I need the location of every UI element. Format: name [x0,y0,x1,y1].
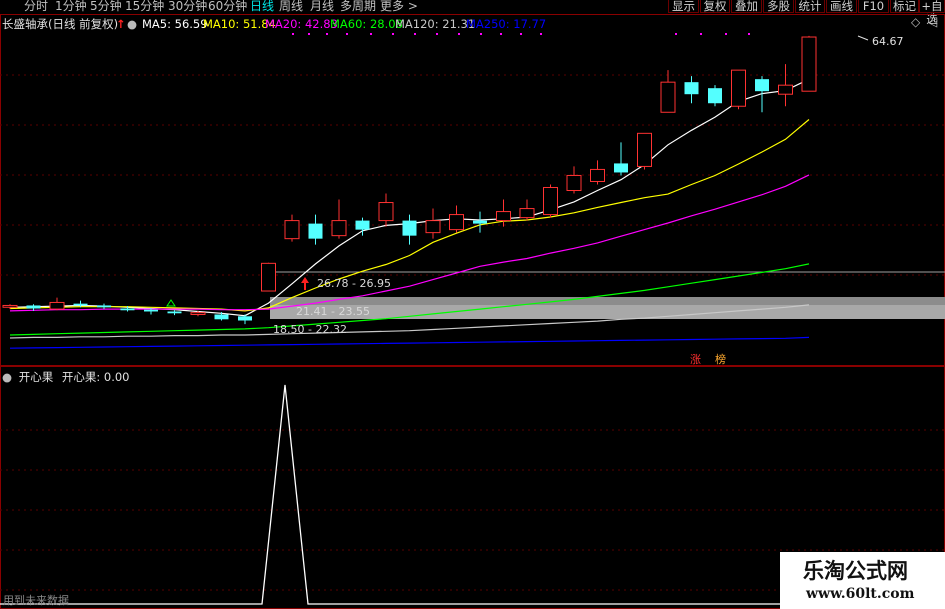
candle-up [425,220,441,234]
candle-up [261,262,276,292]
candle-up [590,168,605,182]
candle-down [26,305,41,309]
expand-arrow-icon[interactable]: ◁ [928,15,937,29]
candle-up [801,36,817,92]
candle-down [120,308,135,311]
signal-dot [700,33,702,35]
candle-down [402,220,417,236]
price-range-band-top [270,297,945,305]
candle-down [238,316,252,321]
indicator-value: 开心果: 0.00 [61,370,130,384]
ma-legend-item: MA20: 42.83 [265,17,338,31]
signal-dot [326,33,328,35]
candle-down [144,309,158,312]
candle-down [473,220,487,224]
candle-down [308,223,323,239]
candle-up [566,174,582,192]
range-lower-label: 21.41 - 23.55 [296,305,370,318]
ma-legend-item: MA5: 56.59 [142,17,208,31]
candle-up [637,132,652,167]
candle-up [284,220,300,240]
signal-dot [392,33,394,35]
candle-down [755,79,769,92]
indicator-header: ● 开心果 开心果: 0.00 [2,369,130,385]
candle-up [378,202,394,222]
settings-circle-icon[interactable]: ● [127,16,137,32]
signal-dot [540,33,542,35]
high-price-pointer [857,35,869,41]
candle-up [331,220,347,237]
future-data-note: 用到未来数据 [3,594,69,607]
signal-dot [480,33,482,35]
kline-chart[interactable]: 64.67 26.78 - 26.95 21.41 - 23.55 18.50 - 2… [0,0,945,609]
candle-up [778,84,793,95]
arrow-down-icon [166,299,176,307]
range-bottom-label: 18.50 - 22.32 [273,323,347,336]
candle-down [97,305,111,308]
ma-line-ma250 [9,336,810,349]
signal-dot [500,33,502,35]
candle-up [2,304,18,308]
signal-dot [370,33,372,35]
signal-dot [458,33,460,35]
candle-up [543,186,558,216]
candle-up [660,81,676,113]
range-upper-label: 26.78 - 26.95 [317,277,391,290]
ma-line-ma5 [9,78,810,317]
candle-down [708,88,722,104]
signal-dot [520,33,522,35]
ma-legend-item: MA250: 17.77 [466,17,547,31]
high-price-label: 64.67 [872,35,904,48]
candle-down [614,163,628,173]
signal-dot [346,33,348,35]
ma-legend-item: MA120: 21.31 [395,17,476,31]
arrow-up-icon: ↑ [116,17,126,31]
candle-up [190,312,206,315]
candle-up [49,301,65,310]
signal-dot [436,33,438,35]
collapse-diamond-icon[interactable]: ◇ [911,15,920,29]
signal-dot [748,33,750,35]
candle-up [519,208,535,219]
candle-down [73,303,88,306]
signal-dot [675,33,677,35]
stock-title[interactable]: 长盛轴承(日线 前复权) [2,16,118,32]
tag-zhang: 涨 [690,353,701,366]
candle-down [355,220,370,230]
candle-up [731,69,746,107]
signal-dot [414,33,416,35]
watermark-title: 乐淘公式网 [803,558,908,583]
arrow-up-icon [301,277,309,290]
candle-down [167,311,182,314]
candle-up [449,214,464,231]
tag-bang: 榜 [715,352,726,366]
watermark-url: www.60lt.com [806,586,915,602]
candle-down [214,314,229,320]
indicator-name[interactable]: 开心果 [19,370,54,384]
candle-down [684,82,699,95]
signal-dot [292,33,294,35]
settings-circle-icon[interactable]: ● [2,370,12,384]
candle-up [496,211,511,222]
signal-dot [725,33,727,35]
signal-dot [308,33,310,35]
ma-legend-item: MA60: 28.08 [330,17,403,31]
